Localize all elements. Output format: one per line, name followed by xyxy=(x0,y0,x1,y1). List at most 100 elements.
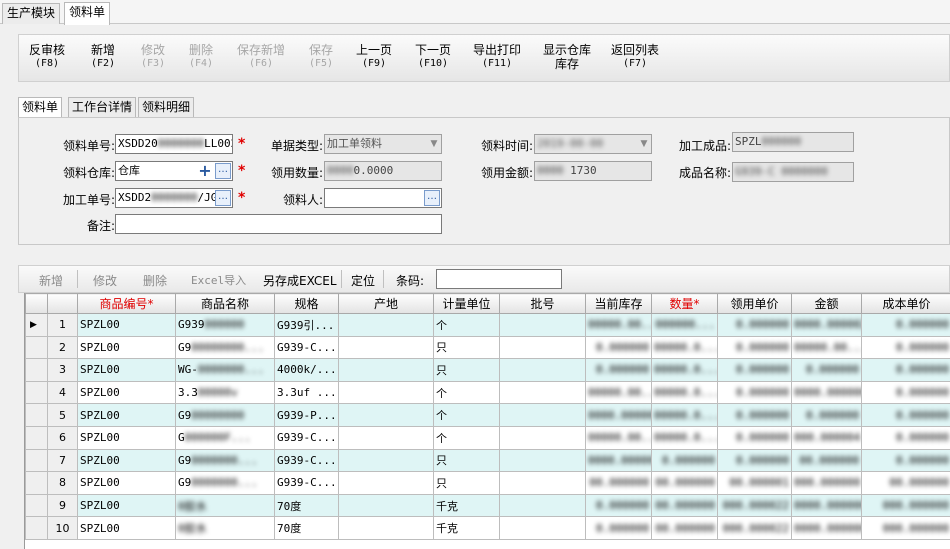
time-field[interactable]: 2019-00-00 xyxy=(534,134,652,154)
tab-workbench-detail[interactable]: 工作台详情 xyxy=(68,97,137,117)
cell-amount[interactable]: 0000.000002 xyxy=(791,313,862,337)
cell-amount[interactable]: 0.000000 xyxy=(791,358,862,382)
cell-unit[interactable]: 千克 xyxy=(433,516,500,540)
tab-requisition[interactable]: 领料单 xyxy=(64,2,111,25)
cell-cost[interactable]: 0.000000 xyxy=(861,448,950,473)
cell-price[interactable]: 000.000022 xyxy=(717,493,792,518)
cell-spec[interactable]: G939-C... xyxy=(274,425,339,450)
ellipsis-icon[interactable]: … xyxy=(215,163,231,179)
cell-stock[interactable]: 00000.00... xyxy=(585,313,652,337)
table-row[interactable]: 3 SPZL00 WG-0000000... 4000k/... 只 0.000000 00… xyxy=(25,358,950,382)
cell-name[interactable]: 0胶水 xyxy=(175,493,275,518)
tab-requisition-items[interactable]: 领料明细 xyxy=(138,97,195,117)
cell-name[interactable]: G90000000... xyxy=(175,448,275,473)
table-row[interactable]: ▶1SPZL00G939000000G939引...个00000.00...00… xyxy=(25,313,950,337)
plus-icon[interactable]: + xyxy=(198,163,212,179)
cell-origin[interactable] xyxy=(338,403,434,427)
save-button[interactable]: 保存 (F5) xyxy=(309,43,333,71)
cell-unit[interactable]: 只 xyxy=(433,471,500,495)
tab-production-module[interactable]: 生产模块 xyxy=(2,3,61,24)
cell-cost[interactable]: 0.000000 xyxy=(861,313,950,337)
grid-add-button[interactable]: 新增 xyxy=(39,272,63,289)
table-row[interactable]: 9 SPZL00 0胶水 70度 千克 0.000000 00.000000 000.0000… xyxy=(25,493,950,518)
cell-name[interactable]: G939000000 xyxy=(175,313,275,337)
cell-qty[interactable]: 00000.0... xyxy=(651,403,718,427)
cell-origin[interactable] xyxy=(338,471,434,495)
col-unit[interactable]: 计量单位 xyxy=(433,293,500,314)
cell-price[interactable]: 0.000000 xyxy=(717,358,792,382)
prev-page-button[interactable]: 上一页 (F9) xyxy=(356,43,392,71)
table-row[interactable]: 5 SPZL00 G900000000 G939-P... 个 0000.0000 0000… xyxy=(25,403,950,427)
cell-price[interactable]: 0.000000 xyxy=(717,403,792,427)
delete-button[interactable]: 删除 (F4) xyxy=(189,43,213,71)
cell-cost[interactable]: 00.000000 xyxy=(861,471,950,495)
cell-origin[interactable] xyxy=(338,335,434,360)
cell-cost[interactable]: 0.000000 xyxy=(861,358,950,382)
chevron-down-icon[interactable]: ▼ xyxy=(427,135,441,153)
cell-qty[interactable]: 00000.0... xyxy=(651,380,718,405)
col-cost[interactable]: 成本单价 xyxy=(861,293,950,314)
excel-import-button[interactable]: Excel导入 xyxy=(191,272,246,288)
save-as-excel-button[interactable]: 另存成EXCEL xyxy=(263,272,337,289)
cell-qty[interactable]: 00000.0... xyxy=(651,358,718,382)
col-spec[interactable]: 规格 xyxy=(274,293,339,314)
cell-batch[interactable] xyxy=(499,403,586,427)
cell-code[interactable]: SPZL00 xyxy=(77,313,176,337)
cell-spec[interactable]: 70度 xyxy=(274,516,339,540)
cell-price[interactable]: 0.000000 xyxy=(717,380,792,405)
col-qty[interactable]: 数量* xyxy=(651,293,718,314)
cell-qty[interactable]: 00.000000 xyxy=(651,493,718,518)
show-warehouse-stock-button[interactable]: 显示仓库 库存 xyxy=(543,43,591,71)
cell-name[interactable]: G900000000 xyxy=(175,403,275,427)
cell-stock[interactable]: 0000.000000 xyxy=(585,448,652,473)
cell-code[interactable]: SPZL00 xyxy=(77,493,176,518)
cell-unit[interactable]: 个 xyxy=(433,380,500,405)
cell-code[interactable]: SPZL00 xyxy=(77,335,176,360)
cell-batch[interactable] xyxy=(499,425,586,450)
cell-stock[interactable]: 00000.00... xyxy=(585,425,652,450)
next-page-button[interactable]: 下一页 (F10) xyxy=(415,43,451,71)
col-name[interactable]: 商品名称 xyxy=(175,293,275,314)
cell-amount[interactable]: 0000.000000 xyxy=(791,493,862,518)
cell-spec[interactable]: 3.3uf ... xyxy=(274,380,339,405)
cell-origin[interactable] xyxy=(338,516,434,540)
cell-price[interactable]: 00.000001 xyxy=(717,471,792,495)
table-row[interactable]: 10 SPZL00 0胶水 70度 千克 0.000000 00.000000 000.000… xyxy=(25,516,950,540)
ellipsis-icon[interactable]: … xyxy=(424,190,440,206)
cell-qty[interactable]: 000000... xyxy=(651,313,718,337)
cell-unit[interactable]: 个 xyxy=(433,425,500,450)
cell-amount[interactable]: 000.000000 xyxy=(791,471,862,495)
cell-batch[interactable] xyxy=(499,335,586,360)
cell-origin[interactable] xyxy=(338,358,434,382)
table-row[interactable]: 7SPZL00G90000000...G939-C... 只 0000.000000… xyxy=(25,448,950,473)
col-amount[interactable]: 金额 xyxy=(791,293,862,314)
tab-requisition-form[interactable]: 领料单 xyxy=(18,97,63,117)
cell-spec[interactable]: G939-C... xyxy=(274,471,339,495)
grid-edit-button[interactable]: 修改 xyxy=(93,272,117,289)
cell-unit[interactable]: 只 xyxy=(433,448,500,473)
cell-stock[interactable]: 0.000000 xyxy=(585,358,652,382)
cell-cost[interactable]: 0.000000 xyxy=(861,403,950,427)
cell-unit[interactable]: 个 xyxy=(433,313,500,337)
cell-unit[interactable]: 个 xyxy=(433,403,500,427)
col-batch[interactable]: 批号 xyxy=(499,293,586,314)
cell-batch[interactable] xyxy=(499,380,586,405)
cell-spec[interactable]: G939-P... xyxy=(274,403,339,427)
table-row[interactable]: 8 SPZL00 G90000000... G939-C... 只 00.000000 00… xyxy=(25,471,950,495)
cell-stock[interactable]: 0.000000 xyxy=(585,335,652,360)
ellipsis-icon[interactable]: … xyxy=(215,190,231,206)
col-price[interactable]: 领用单价 xyxy=(717,293,792,314)
remark-field[interactable] xyxy=(115,214,442,234)
cell-code[interactable]: SPZL00 xyxy=(77,403,176,427)
cell-stock[interactable]: 00.000000 xyxy=(585,471,652,495)
unapprove-button[interactable]: 反审核 (F8) xyxy=(29,43,65,71)
cell-unit[interactable]: 只 xyxy=(433,358,500,382)
table-row[interactable]: 6SPZL00G000000F...G939-C...个00000.00...0… xyxy=(25,425,950,450)
cell-name[interactable]: 0胶水 xyxy=(175,516,275,540)
cell-spec[interactable]: 70度 xyxy=(274,493,339,518)
cell-code[interactable]: SPZL00 xyxy=(77,380,176,405)
cell-origin[interactable] xyxy=(338,448,434,473)
cell-amount[interactable]: 0000.000000 xyxy=(791,380,862,405)
cell-amount[interactable]: 00000.00... xyxy=(791,335,862,360)
cell-unit[interactable]: 只 xyxy=(433,335,500,360)
